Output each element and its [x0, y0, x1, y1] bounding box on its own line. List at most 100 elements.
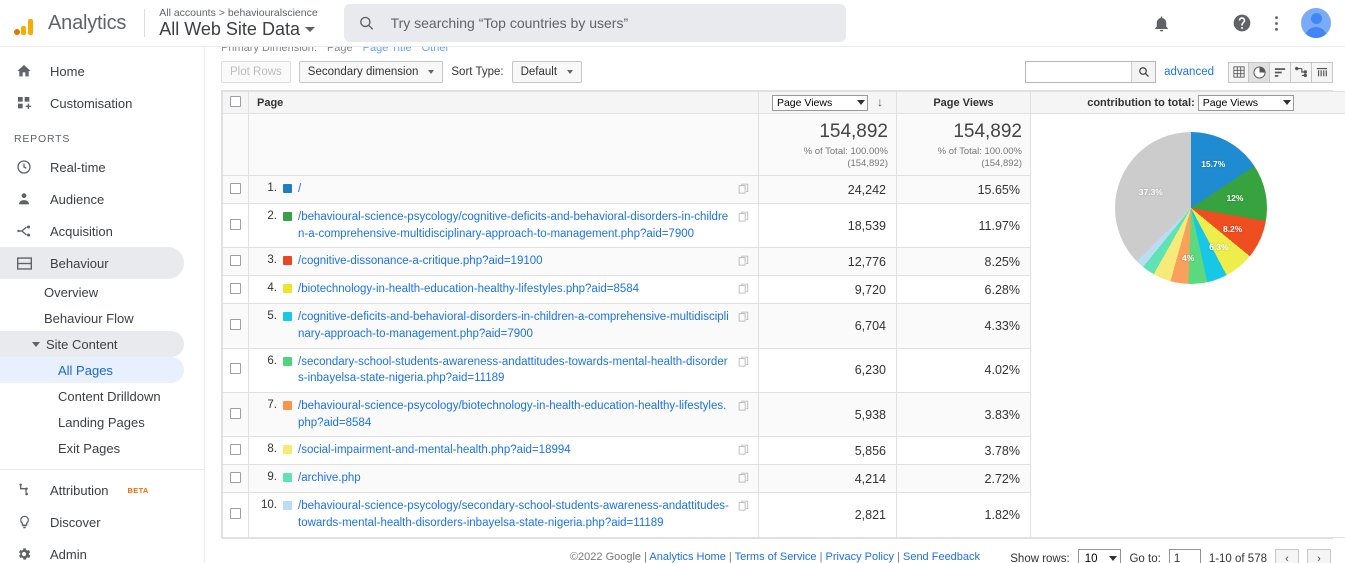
open-page-icon[interactable] — [738, 442, 752, 459]
row-color-swatch — [283, 284, 292, 293]
totals-metric1-cell: 154,892 % of Total: 100.00% (154,892) — [759, 114, 897, 176]
sidebar-item-audience[interactable]: Audience — [0, 183, 184, 215]
row-checkbox-cell[interactable] — [223, 204, 249, 248]
primary-dimension-page-title[interactable]: Page Title — [363, 47, 412, 54]
sidebar-item-overview[interactable]: Overview — [0, 279, 184, 305]
open-page-icon[interactable] — [738, 470, 752, 487]
help-icon[interactable] — [1232, 13, 1252, 33]
sidebar-item-behaviour-flow[interactable]: Behaviour Flow — [0, 305, 184, 331]
open-page-icon[interactable] — [738, 498, 752, 515]
account-avatar[interactable] — [1301, 8, 1331, 38]
column-header-metric2[interactable]: Page Views — [897, 92, 1031, 114]
open-page-icon[interactable] — [738, 181, 752, 198]
notifications-bell-icon[interactable] — [1152, 14, 1171, 33]
row-page-link[interactable]: /behavioural-science-psycology/cognitive… — [298, 209, 732, 242]
row-checkbox-cell[interactable] — [223, 176, 249, 204]
row-page-link[interactable]: /archive.php — [298, 470, 732, 487]
sidebar-item-content-drilldown[interactable]: Content Drilldown — [0, 383, 184, 409]
row-page-link[interactable]: /social-impairment-and-mental-health.php… — [298, 442, 732, 459]
select-all-header[interactable] — [223, 92, 249, 114]
sidebar-item-label: Discover — [50, 515, 101, 530]
table-view-icon[interactable] — [1228, 62, 1249, 83]
pie-view-icon[interactable] — [1249, 62, 1270, 83]
row-page-link[interactable]: /behavioural-science-psycology/secondary… — [298, 498, 732, 531]
advanced-link[interactable]: advanced — [1164, 66, 1214, 78]
sidebar-item-customisation[interactable]: Customisation — [0, 87, 184, 119]
row-checkbox[interactable] — [230, 219, 241, 230]
sidebar-item-acquisition[interactable]: Acquisition — [0, 215, 184, 247]
row-checkbox-cell[interactable] — [223, 393, 249, 437]
footer-link[interactable]: Send Feedback — [903, 551, 980, 563]
secondary-dimension-button[interactable]: Secondary dimension — [299, 61, 444, 83]
open-page-icon[interactable] — [738, 281, 752, 298]
sidebar-item-landing-pages[interactable]: Landing Pages — [0, 409, 184, 435]
sidebar-item-site-content[interactable]: Site Content — [0, 331, 184, 357]
page-footer: ©2022 Google | Analytics Home | Terms of… — [205, 551, 1345, 563]
chevron-down-icon[interactable] — [305, 27, 315, 32]
row-checkbox[interactable] — [230, 508, 241, 519]
footer-link[interactable]: Privacy Policy — [826, 551, 894, 563]
sort-descending-icon[interactable]: ↓ — [877, 95, 883, 109]
row-checkbox-cell[interactable] — [223, 437, 249, 465]
sidebar-item-discover[interactable]: Discover — [0, 506, 184, 538]
row-checkbox-cell[interactable] — [223, 465, 249, 493]
sidebar-item-all-pages[interactable]: All Pages — [0, 357, 184, 383]
row-checkbox[interactable] — [230, 363, 241, 374]
footer-link[interactable]: Terms of Service — [735, 551, 817, 563]
sidebar-item-exit-pages[interactable]: Exit Pages — [0, 435, 184, 461]
sidebar-item-home[interactable]: Home — [0, 55, 184, 87]
sidebar-item-admin[interactable]: Admin — [0, 538, 184, 563]
row-checkbox[interactable] — [230, 472, 241, 483]
sort-type-button[interactable]: Default — [512, 61, 582, 83]
select-all-checkbox[interactable] — [230, 96, 241, 107]
column-header-metric1[interactable]: Page Views ↓ — [759, 92, 897, 114]
row-checkbox[interactable] — [230, 255, 241, 266]
row-page-link[interactable]: / — [298, 181, 732, 198]
footer-link[interactable]: Analytics Home — [649, 551, 725, 563]
performance-view-icon[interactable] — [1270, 62, 1291, 83]
sidebar-item-attribution[interactable]: Attribution BETA — [0, 474, 184, 506]
row-checkbox-cell[interactable] — [223, 493, 249, 537]
row-checkbox-cell[interactable] — [223, 248, 249, 276]
global-search[interactable] — [344, 4, 846, 42]
plot-rows-button[interactable]: Plot Rows — [221, 61, 291, 83]
row-checkbox[interactable] — [230, 444, 241, 455]
sidebar-item-behaviour[interactable]: Behaviour — [0, 247, 184, 279]
open-page-icon[interactable] — [738, 398, 752, 415]
row-page-link[interactable]: /biotechnology-in-health-education-healt… — [298, 281, 732, 298]
sidebar-item-real-time[interactable]: Real-time — [0, 151, 184, 183]
open-page-icon[interactable] — [738, 354, 752, 371]
search-input[interactable] — [389, 14, 832, 32]
account-selector[interactable]: All accounts > behaviouralscience All We… — [159, 7, 317, 40]
row-checkbox[interactable] — [230, 408, 241, 419]
table-search-input[interactable] — [1026, 62, 1131, 82]
sidebar-item-label: Landing Pages — [58, 415, 145, 430]
row-page-link[interactable]: /secondary-school-students-awareness-and… — [298, 354, 732, 387]
row-page-link[interactable]: /cognitive-deficits-and-behavioral-disor… — [298, 309, 732, 342]
more-options-icon[interactable] — [1274, 14, 1279, 33]
contribution-select[interactable]: Page Views — [1198, 95, 1294, 111]
row-checkbox[interactable] — [230, 183, 241, 194]
open-page-icon[interactable] — [738, 209, 752, 226]
pivot-view-icon[interactable] — [1312, 62, 1333, 83]
table-search[interactable] — [1025, 61, 1156, 83]
sidebar-item-label: Overview — [44, 285, 98, 300]
open-page-icon[interactable] — [738, 253, 752, 270]
row-page-link[interactable]: /behavioural-science-psycology/biotechno… — [298, 398, 732, 431]
column-header-page[interactable]: Page — [249, 92, 759, 114]
metric1-select[interactable]: Page Views — [772, 95, 868, 111]
primary-dimension-page[interactable]: Page — [327, 47, 353, 54]
analytics-logo-icon — [8, 11, 38, 35]
row-checkbox[interactable] — [230, 283, 241, 294]
table-search-button[interactable] — [1131, 62, 1155, 82]
comparison-view-icon[interactable] — [1291, 62, 1312, 83]
primary-dimension-other[interactable]: Other — [422, 47, 450, 54]
row-checkbox-cell[interactable] — [223, 348, 249, 392]
row-checkbox-cell[interactable] — [223, 304, 249, 348]
row-page-link[interactable]: /cognitive-dissonance-a-critique.php?aid… — [298, 253, 732, 270]
apps-grid-icon[interactable] — [1193, 15, 1210, 32]
row-checkbox[interactable] — [230, 319, 241, 330]
primary-dimension-label: Primary Dimension: — [221, 47, 317, 54]
open-page-icon[interactable] — [738, 309, 752, 326]
row-checkbox-cell[interactable] — [223, 276, 249, 304]
